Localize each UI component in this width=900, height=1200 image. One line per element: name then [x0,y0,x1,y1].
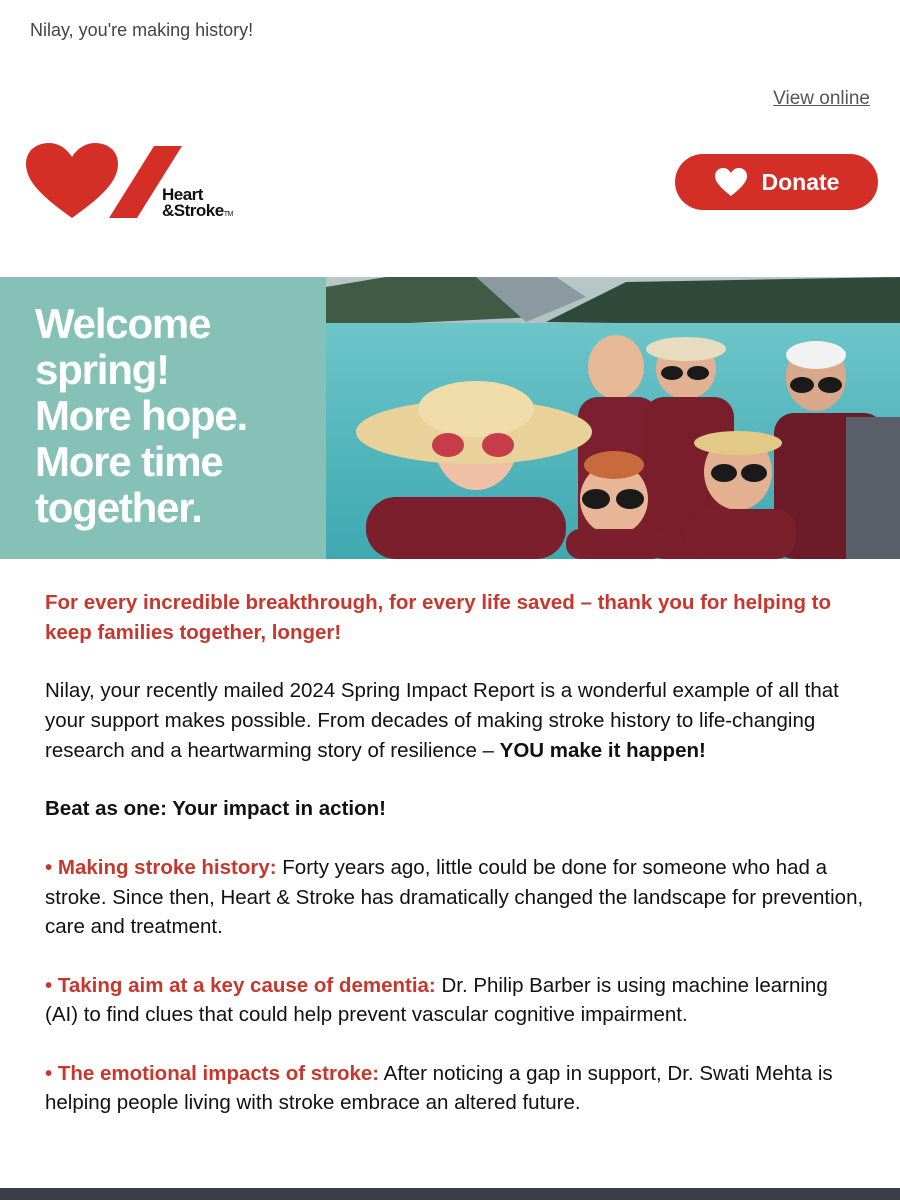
hero-banner: Welcome spring! More hope. More time tog… [0,277,900,559]
bullet-label: • Taking aim at a key cause of dementia: [45,973,436,997]
intro-paragraph: Nilay, your recently mailed 2024 Spring … [45,676,865,766]
email-body: For every incredible breakthrough, for e… [45,588,865,1118]
donate-label: Donate [761,168,840,195]
hero-headline: Welcome spring! More hope. More time tog… [35,301,315,531]
hero-line: Welcome [35,300,211,347]
hero-line: spring! [35,346,170,393]
lead-statement: For every incredible breakthrough, for e… [45,591,832,644]
bullet-label: • The emotional impacts of stroke: [45,1061,380,1085]
hero-family-photo [326,277,900,559]
preheader-text: Nilay, you're making history! [30,20,254,40]
logo-trademark: TM [223,211,234,218]
hero-text-panel: Welcome spring! More hope. More time tog… [0,277,326,559]
section-title: Beat as one: Your impact in action! [45,797,386,820]
bullet-label: • Making stroke history: [45,856,277,879]
heart-icon [714,168,747,196]
window-bottom-bar [0,1188,900,1200]
bullet-item: • The emotional impacts of stroke: After… [45,1059,865,1118]
heart-and-stroke-logo[interactable]: Heart &StrokeTM [24,140,264,230]
hero-line: together. [35,484,203,531]
logo-wordmark: Heart &StrokeTM [162,186,234,223]
donate-button[interactable]: Donate [675,154,878,210]
hero-line: More hope. [35,392,248,439]
bullet-item: • Taking aim at a key cause of dementia:… [45,971,865,1030]
bullet-item: • Making stroke history: Forty years ago… [45,853,865,942]
logo-line-stroke: &Stroke [162,201,224,220]
intro-text: Nilay, your recently mailed 2024 Spring … [45,679,839,762]
view-online-link[interactable]: View online [773,88,870,110]
hero-line: More time [35,438,224,485]
intro-emphasis: YOU make it happen! [499,739,706,762]
